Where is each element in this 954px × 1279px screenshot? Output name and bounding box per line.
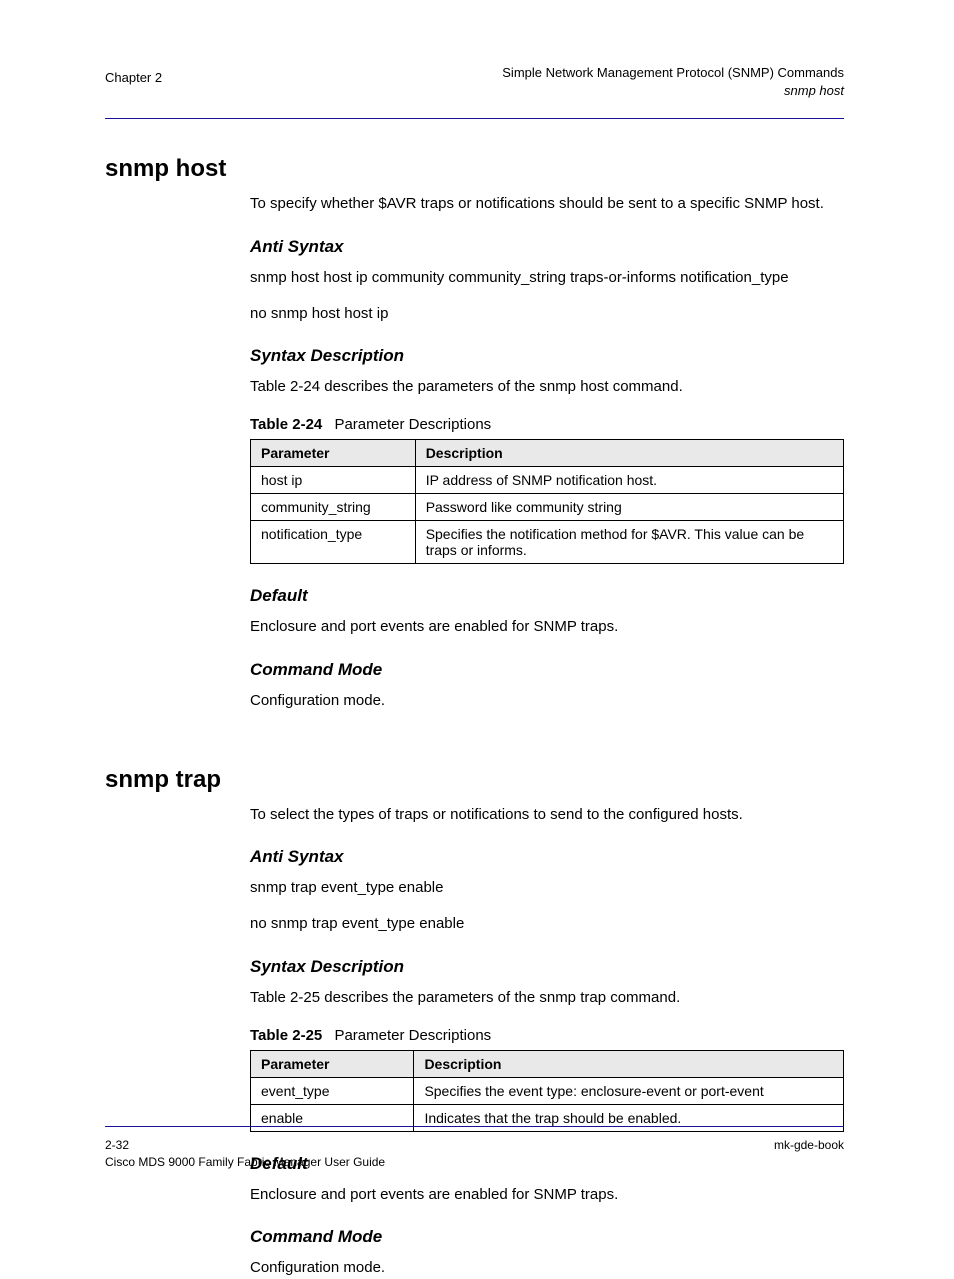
- footer-divider: [105, 1126, 844, 1127]
- cell-desc: IP address of SNMP notification host.: [415, 467, 843, 494]
- table-row: notification_type Specifies the notifica…: [251, 521, 844, 564]
- tnum: Table 2-24: [250, 378, 320, 395]
- section1-intro: To specify whether $AVR traps or notific…: [250, 193, 844, 215]
- page: Chapter 2 Simple Network Management Prot…: [0, 0, 954, 1235]
- header-right-line1: Simple Network Management Protocol (SNMP…: [502, 64, 844, 82]
- section2-syntax-line1: snmp trap event_type enable: [250, 877, 844, 899]
- section1-mode-h: Command Mode: [250, 660, 844, 680]
- table-header-row: Parameter Description: [251, 1050, 844, 1077]
- section2-antisyntax-h: Anti Syntax: [250, 847, 844, 867]
- table-header-row: Parameter Description: [251, 440, 844, 467]
- section1-table: Parameter Description host ip IP address…: [250, 439, 844, 564]
- pfx: snmp: [250, 879, 291, 896]
- footer-doc: Cisco MDS 9000 Family Fabric Manager Use…: [105, 1154, 844, 1171]
- cell-desc: Specifies the event type: enclosure-even…: [414, 1077, 844, 1104]
- cell-param: community_string: [251, 494, 416, 521]
- section-title: snmp host: [105, 155, 844, 183]
- page-footer: 2-32 mk-gde-book Cisco MDS 9000 Family F…: [105, 1126, 844, 1171]
- section1-antisyntax-h: Anti Syntax: [250, 237, 844, 257]
- pfx: no snmp: [250, 915, 312, 932]
- section1-default-h: Default: [250, 586, 844, 606]
- th-desc: Description: [414, 1050, 844, 1077]
- tbl-num: Table 2-24: [250, 416, 322, 433]
- tbl-txt: Parameter Descriptions: [334, 1027, 491, 1044]
- header-right: Simple Network Management Protocol (SNMP…: [502, 64, 844, 99]
- header-chapter: Chapter 2: [105, 70, 162, 85]
- th-param: Parameter: [251, 1050, 414, 1077]
- cell-param: notification_type: [251, 521, 416, 564]
- section-snmp-trap: snmp trap To select the types of traps o…: [105, 766, 844, 1279]
- section-title: snmp trap: [105, 766, 844, 794]
- section2-default-p: Enclosure and port events are enabled fo…: [250, 1184, 844, 1206]
- section1-syntax-line2: no snmp host host ip: [250, 303, 844, 325]
- page-content: snmp host To specify whether $AVR traps …: [105, 119, 844, 1279]
- footer-line1: 2-32 mk-gde-book: [105, 1137, 844, 1154]
- pfx: snmp: [250, 269, 291, 286]
- th-desc: Description: [415, 440, 843, 467]
- section2-mode-p: Configuration mode.: [250, 1257, 844, 1279]
- captxt2: describes the parameters of the snmp hos…: [324, 378, 683, 395]
- rest: host host ip community community_string …: [291, 269, 789, 286]
- pfx: no snmp: [250, 305, 312, 322]
- table-row: event_type Specifies the event type: enc…: [251, 1077, 844, 1104]
- cell-desc: Specifies the notification method for $A…: [415, 521, 843, 564]
- header-right-line2: snmp host: [502, 82, 844, 100]
- page-header: Chapter 2 Simple Network Management Prot…: [105, 64, 844, 110]
- section1-syntax-h: Syntax Description: [250, 346, 844, 366]
- table-row: community_string Password like community…: [251, 494, 844, 521]
- section2-caption: Table 2-25 describes the parameters of t…: [250, 987, 844, 1009]
- section2-table: Parameter Description event_type Specifi…: [250, 1050, 844, 1132]
- cell-desc: Password like community string: [415, 494, 843, 521]
- th-param: Parameter: [251, 440, 416, 467]
- tnum: Table 2-25: [250, 989, 320, 1006]
- section2-intro: To select the types of traps or notifica…: [250, 804, 844, 826]
- section2-mode-h: Command Mode: [250, 1227, 844, 1247]
- captxt2: describes the parameters of the snmp tra…: [324, 989, 680, 1006]
- section-gap: [105, 726, 844, 766]
- footer-page: 2-32: [105, 1137, 129, 1154]
- section2-syntax-h: Syntax Description: [250, 957, 844, 977]
- rest: host host ip: [312, 305, 389, 322]
- rest: trap event_type enable: [291, 879, 444, 896]
- section1-table-label: Table 2-24 Parameter Descriptions: [250, 416, 844, 433]
- table-row: host ip IP address of SNMP notification …: [251, 467, 844, 494]
- tbl-txt: Parameter Descriptions: [334, 416, 491, 433]
- section2-table-label: Table 2-25 Parameter Descriptions: [250, 1027, 844, 1044]
- section1-default-p: Enclosure and port events are enabled fo…: [250, 616, 844, 638]
- section1-mode-p: Configuration mode.: [250, 690, 844, 712]
- section-snmp-host: snmp host To specify whether $AVR traps …: [105, 155, 844, 712]
- section1-syntax-line1: snmp host host ip community community_st…: [250, 267, 844, 289]
- rest: trap event_type enable: [312, 915, 465, 932]
- tbl-num: Table 2-25: [250, 1027, 322, 1044]
- section2-syntax-line2: no snmp trap event_type enable: [250, 913, 844, 935]
- cell-param: host ip: [251, 467, 416, 494]
- section1-caption: Table 2-24 describes the parameters of t…: [250, 376, 844, 398]
- footer-brand: mk-gde-book: [774, 1137, 844, 1154]
- cell-param: event_type: [251, 1077, 414, 1104]
